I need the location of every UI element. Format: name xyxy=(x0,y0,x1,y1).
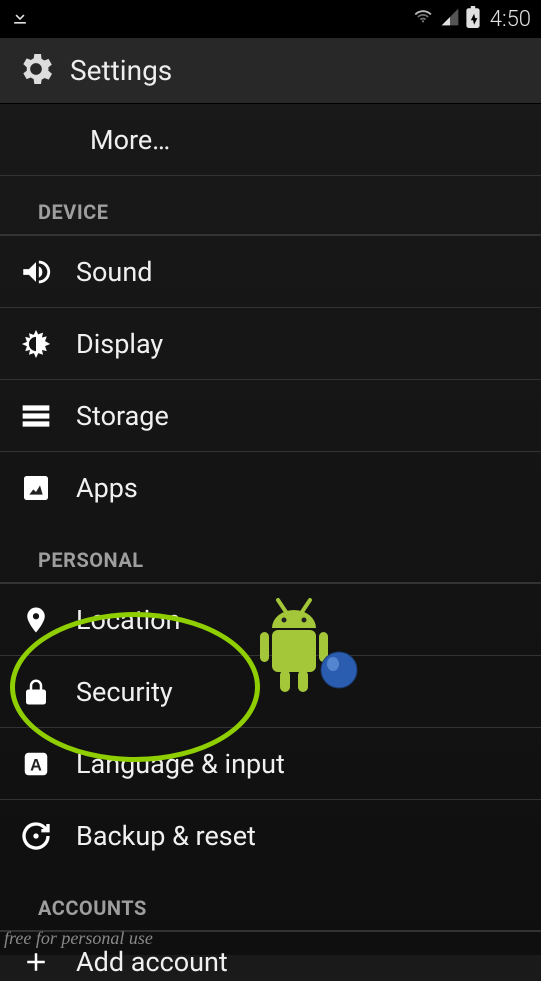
menu-label: Display xyxy=(76,328,163,360)
section-header-device: DEVICE xyxy=(0,176,541,236)
app-header: Settings xyxy=(0,38,541,104)
backup-icon xyxy=(18,818,54,854)
settings-icon xyxy=(16,49,56,93)
settings-list: More… DEVICE Sound Display Storage Apps … xyxy=(0,104,541,981)
menu-label: Sound xyxy=(76,256,152,288)
menu-label: Backup & reset xyxy=(76,820,256,852)
svg-text:A: A xyxy=(30,756,42,774)
location-icon xyxy=(18,602,54,638)
menu-item-display[interactable]: Display xyxy=(0,308,541,380)
battery-charging-icon xyxy=(466,6,480,32)
signal-icon xyxy=(440,7,460,31)
menu-item-storage[interactable]: Storage xyxy=(0,380,541,452)
sound-icon xyxy=(18,254,54,290)
menu-label: Apps xyxy=(76,472,138,504)
menu-item-apps[interactable]: Apps xyxy=(0,452,541,524)
menu-label: Storage xyxy=(76,400,169,432)
menu-label: Location xyxy=(76,604,180,636)
status-time: 4:50 xyxy=(490,7,531,32)
section-header-personal: PERSONAL xyxy=(0,524,541,584)
display-icon xyxy=(18,326,54,362)
apps-icon xyxy=(18,470,54,506)
download-icon xyxy=(10,7,30,31)
menu-item-language[interactable]: A Language & input xyxy=(0,728,541,800)
watermark-text: free for personal use xyxy=(4,928,153,949)
menu-item-security[interactable]: Security xyxy=(0,656,541,728)
menu-label: More… xyxy=(90,124,170,156)
app-title: Settings xyxy=(70,54,172,87)
menu-item-location[interactable]: Location xyxy=(0,584,541,656)
menu-label: Add account xyxy=(76,946,228,978)
wifi-icon xyxy=(412,6,434,32)
menu-label: Security xyxy=(76,676,173,708)
menu-item-more[interactable]: More… xyxy=(0,104,541,176)
menu-item-sound[interactable]: Sound xyxy=(0,236,541,308)
status-bar: 4:50 xyxy=(0,0,541,38)
storage-icon xyxy=(18,398,54,434)
lock-icon xyxy=(18,674,54,710)
language-icon: A xyxy=(18,746,54,782)
menu-item-backup[interactable]: Backup & reset xyxy=(0,800,541,872)
section-header-accounts: ACCOUNTS xyxy=(0,872,541,932)
menu-label: Language & input xyxy=(76,748,285,780)
